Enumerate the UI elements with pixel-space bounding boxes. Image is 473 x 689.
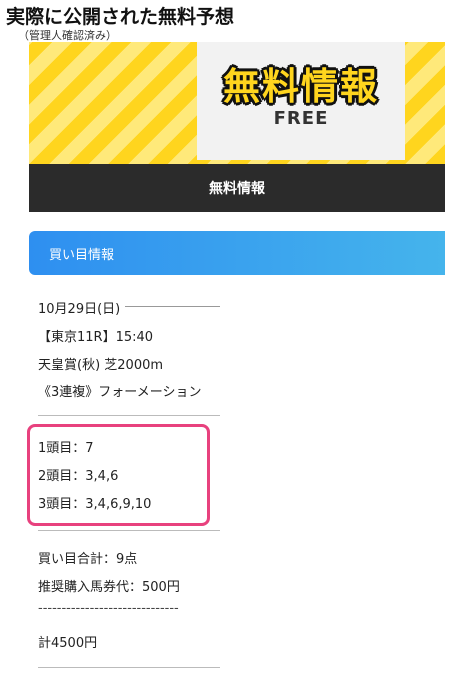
total-points: 買い目合計：9点 <box>38 552 138 567</box>
banner-label-bar: 無料情報 <box>29 164 445 212</box>
banner-bar-label: 無料情報 <box>209 181 265 197</box>
section-divider <box>38 415 220 416</box>
page-subtitle: （管理人確認済み） <box>18 29 117 42</box>
banner-title: 無料情報 <box>223 65 379 108</box>
race-name: 天皇賞(秋) 芝2000m <box>38 358 164 373</box>
bet-info-label: 買い目情報 <box>49 248 115 263</box>
section-divider <box>38 667 220 668</box>
banner-free-label: FREE <box>273 108 329 129</box>
banner-center-box: 無料情報 FREE <box>197 42 405 160</box>
bet-info-header: 買い目情報 <box>29 231 445 275</box>
page-title: 実際に公開された無料予想 <box>6 6 235 28</box>
dash-separator: ------------------------------ <box>38 601 179 616</box>
race-date: 10月29日(日) <box>38 302 121 317</box>
free-info-banner: 無料情報 FREE 無料情報 <box>29 42 445 212</box>
bet-type: 《3連複》フォーメーション <box>38 385 202 400</box>
date-divider <box>125 306 220 307</box>
formation-first: 1頭目：7 <box>38 441 94 456</box>
section-divider <box>38 530 220 531</box>
race-info: 【東京11R】15:40 <box>38 330 154 345</box>
total-amount: 計4500円 <box>38 636 98 651</box>
formation-second: 2頭目：3,4,6 <box>38 469 119 484</box>
recommended-amount: 推奨購入馬券代：500円 <box>38 580 180 595</box>
formation-third: 3頭目：3,4,6,9,10 <box>38 497 152 512</box>
